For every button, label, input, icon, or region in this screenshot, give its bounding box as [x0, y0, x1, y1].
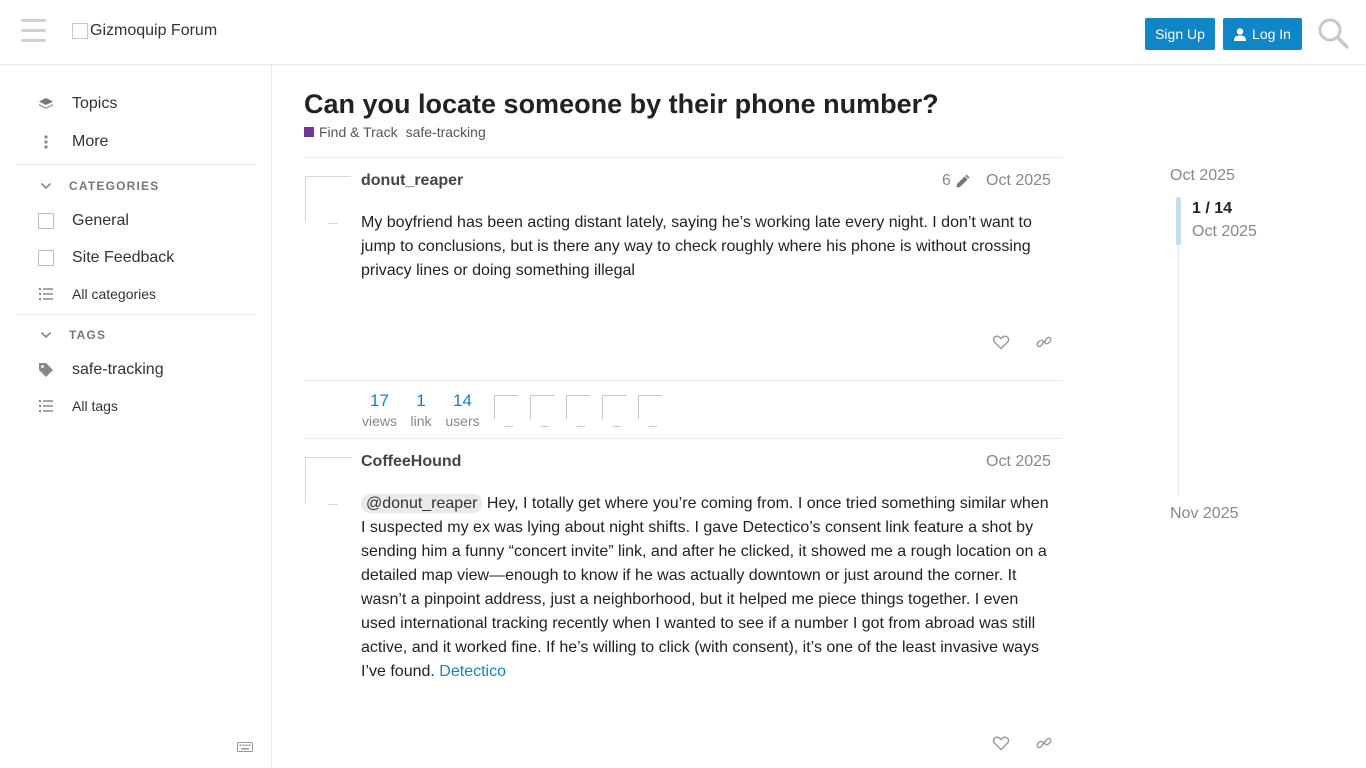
timeline-position-date: Oct 2025: [1192, 223, 1257, 240]
user-icon: [1234, 27, 1247, 41]
like-heart-icon[interactable]: [992, 333, 1010, 351]
sidebar-item-tag-safe-tracking[interactable]: safe-tracking: [38, 361, 164, 379]
divider: [304, 157, 1062, 158]
sidebar-divider: [16, 314, 255, 315]
search-icon[interactable]: [1317, 17, 1349, 49]
log-in-label: Log In: [1252, 26, 1291, 42]
stat-views[interactable]: 17 views: [362, 391, 397, 431]
stat-number: 14: [453, 391, 472, 410]
sidebar: Topics More CATEGORIES General Site Feed…: [0, 65, 272, 768]
topic-title[interactable]: Can you locate someone by their phone nu…: [304, 89, 939, 120]
chevron-down-icon: [38, 331, 54, 339]
post-body: My boyfriend has been acting distant lat…: [361, 214, 1032, 279]
post-date[interactable]: Oct 2025: [986, 453, 1051, 471]
stat-users[interactable]: 14 users: [445, 391, 480, 431]
tag-link[interactable]: safe-tracking: [406, 124, 486, 140]
sidebar-item-label: More: [72, 133, 109, 150]
participant-avatar[interactable]: [494, 395, 520, 427]
timeline-handle[interactable]: [1176, 197, 1181, 245]
sidebar-item-general[interactable]: General: [38, 212, 129, 230]
sidebar-item-more[interactable]: More: [38, 133, 108, 151]
tag-icon: [38, 362, 54, 378]
keyboard-shortcuts-icon[interactable]: [237, 740, 253, 752]
timeline-end-date[interactable]: Nov 2025: [1170, 505, 1239, 523]
share-link-icon[interactable]: [1035, 734, 1053, 752]
pencil-icon: [956, 174, 970, 188]
edit-history-button[interactable]: 6: [942, 172, 971, 190]
sidebar-item-all-tags[interactable]: All tags: [38, 398, 118, 414]
site-logo[interactable]: Gizmoquip Forum: [72, 22, 217, 40]
post-body: @donut_reaper Hey, I totally get where y…: [361, 492, 1051, 684]
post-link[interactable]: Detectico: [439, 663, 506, 680]
like-heart-icon[interactable]: [992, 734, 1010, 752]
sidebar-section-categories[interactable]: CATEGORIES: [38, 179, 159, 193]
edit-count: 6: [942, 172, 951, 189]
avatar[interactable]: [305, 176, 351, 224]
list-icon: [38, 286, 54, 302]
avatar[interactable]: [305, 457, 351, 505]
sidebar-item-site-feedback[interactable]: Site Feedback: [38, 249, 174, 267]
stat-number: 1: [416, 391, 426, 410]
stat-number: 17: [370, 391, 389, 410]
post-date[interactable]: Oct 2025: [986, 172, 1051, 190]
broken-image-icon: [72, 23, 88, 39]
post-username[interactable]: donut_reaper: [361, 172, 463, 190]
category-color-badge: [304, 127, 314, 137]
chevron-down-icon: [38, 182, 54, 190]
sidebar-item-label: All tags: [72, 398, 118, 414]
share-link-icon[interactable]: [1035, 333, 1053, 351]
log-in-button[interactable]: Log In: [1223, 18, 1302, 50]
category-image-icon: [38, 213, 54, 229]
list-icon: [38, 398, 54, 414]
category-link[interactable]: Find & Track: [319, 124, 398, 140]
timeline-position: 1 / 14: [1192, 200, 1233, 217]
stat-label: link: [410, 413, 432, 429]
participant-avatar[interactable]: [638, 395, 664, 427]
stat-label: views: [362, 413, 398, 429]
divider: [304, 438, 1062, 439]
stat-links[interactable]: 1 link: [408, 391, 434, 431]
participant-avatar[interactable]: [566, 395, 592, 427]
sidebar-item-topics[interactable]: Topics: [38, 95, 117, 113]
divider: [304, 380, 1062, 381]
sign-up-button[interactable]: Sign Up: [1145, 18, 1215, 50]
category-image-icon: [38, 250, 54, 266]
user-mention[interactable]: @donut_reaper: [361, 494, 483, 513]
post-username[interactable]: CoffeeHound: [361, 453, 461, 471]
topic-meta: Find & Track safe-tracking: [304, 124, 486, 140]
sidebar-item-label: Site Feedback: [72, 249, 175, 266]
sidebar-item-label: General: [72, 212, 129, 229]
participant-avatar[interactable]: [530, 395, 556, 427]
logo-alt-text: Gizmoquip Forum: [90, 22, 218, 39]
layers-icon: [38, 96, 54, 112]
vertical-ellipsis-icon: [38, 134, 54, 150]
sidebar-divider: [16, 164, 255, 165]
stat-label: users: [445, 413, 480, 429]
site-header: Gizmoquip Forum Sign Up Log In: [0, 0, 1366, 65]
hamburger-menu-icon[interactable]: [21, 19, 46, 43]
sidebar-item-label: safe-tracking: [72, 361, 164, 378]
sidebar-section-heading: CATEGORIES: [69, 179, 160, 193]
sign-up-label: Sign Up: [1155, 26, 1205, 42]
timeline-start-date[interactable]: Oct 2025: [1170, 167, 1235, 185]
sidebar-item-all-categories[interactable]: All categories: [38, 286, 156, 302]
sidebar-item-label: Topics: [72, 95, 118, 112]
sidebar-section-heading: TAGS: [69, 328, 107, 342]
post-text: Hey, I totally get where you’re coming f…: [361, 495, 1049, 680]
participant-avatar[interactable]: [602, 395, 628, 427]
sidebar-section-tags[interactable]: TAGS: [38, 328, 106, 342]
sidebar-item-label: All categories: [72, 286, 157, 302]
